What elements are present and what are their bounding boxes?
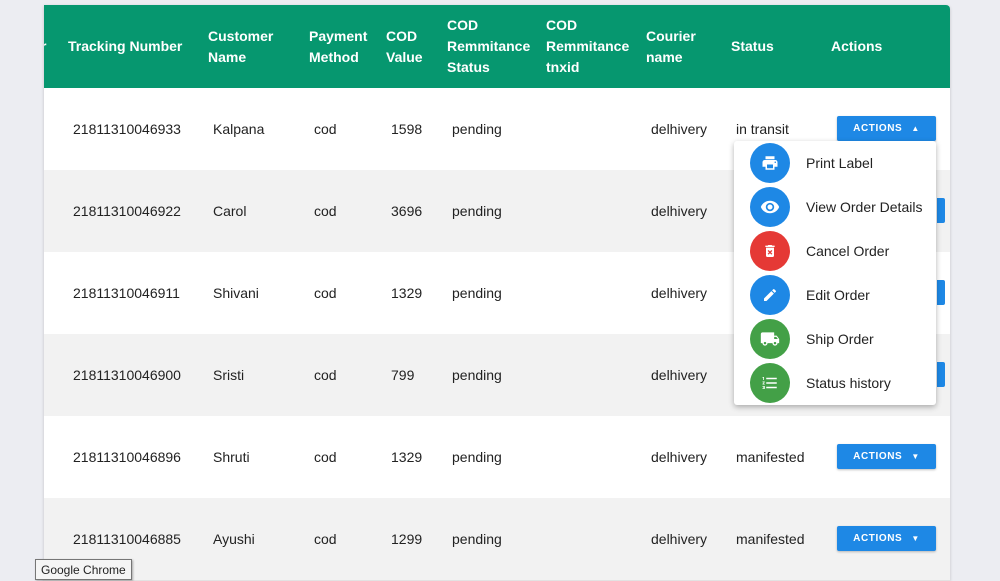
header-status: Status: [731, 38, 774, 54]
menu-item-label: View Order Details: [806, 199, 923, 215]
actions-button-partial[interactable]: [937, 362, 945, 387]
header-actions: Actions: [831, 38, 883, 54]
cell-payment-method: cod: [314, 285, 337, 301]
table-row: 21811310046885 Ayushi cod 1299 pending delhiv…: [44, 498, 950, 581]
actions-button-label: ACTIONS: [853, 451, 903, 462]
header-tracking-number: Tracking Number: [68, 38, 183, 54]
cell-cod-value: 1329: [391, 285, 423, 301]
cell-courier-name: delhivery: [651, 367, 708, 383]
menu-item-edit-order[interactable]: Edit Order: [734, 273, 936, 317]
cell-payment-method: cod: [314, 531, 337, 547]
actions-button-label: ACTIONS: [853, 123, 903, 134]
menu-item-cancel-order[interactable]: Cancel Order: [734, 229, 936, 273]
menu-item-status-history[interactable]: Status history: [734, 361, 936, 405]
actions-button-partial[interactable]: [937, 198, 945, 223]
cell-cod-value: 1598: [391, 121, 423, 137]
header-payment-method: Payment Method: [309, 27, 368, 65]
menu-item-ship-order[interactable]: Ship Order: [734, 317, 936, 361]
menu-item-view-order-details[interactable]: View Order Details: [734, 185, 936, 229]
menu-item-label: Print Label: [806, 155, 873, 171]
cell-cod-value: 1329: [391, 449, 423, 465]
header-cod-remittance-txnid: COD Remmitance tnxid: [546, 17, 630, 75]
cell-customer-name: Carol: [213, 203, 247, 219]
cell-cod-value: 1299: [391, 531, 423, 547]
actions-button-partial[interactable]: [937, 280, 945, 305]
printer-icon: [750, 143, 790, 183]
cell-tracking-number: 21811310046922: [73, 203, 181, 219]
cell-cod-value: 799: [391, 367, 415, 383]
cell-remittance-status: pending: [452, 121, 502, 137]
menu-item-label: Edit Order: [806, 287, 870, 303]
cell-tracking-number: 21811310046900: [73, 367, 181, 383]
cell-cod-value: 3696: [391, 203, 423, 219]
cell-tracking-number: 21811310046933: [73, 121, 181, 137]
table-header: r Tracking Number Customer Name Payment …: [44, 5, 950, 88]
menu-item-print-label[interactable]: Print Label: [734, 141, 936, 185]
cell-remittance-status: pending: [452, 285, 502, 301]
actions-button[interactable]: ACTIONS ▼: [837, 444, 936, 469]
pencil-icon: [750, 275, 790, 315]
cell-payment-method: cod: [314, 367, 337, 383]
cell-remittance-status: pending: [452, 449, 502, 465]
truck-icon: [750, 319, 790, 359]
header-cod-remittance-status: COD Remmitance Status: [447, 17, 531, 75]
actions-button[interactable]: ACTIONS ▼: [837, 526, 936, 551]
cell-payment-method: cod: [314, 203, 337, 219]
clipped-column-header: r: [44, 5, 46, 88]
actions-dropdown-menu: Print Label View Order Details Cancel Orde…: [734, 141, 936, 405]
header-courier-name: Courier name: [646, 27, 696, 65]
list-icon: [750, 363, 790, 403]
cell-courier-name: delhivery: [651, 531, 708, 547]
cell-courier-name: delhivery: [651, 121, 708, 137]
cell-tracking-number: 21811310046911: [73, 285, 180, 301]
cell-remittance-status: pending: [452, 367, 502, 383]
actions-button-label: ACTIONS: [853, 533, 903, 544]
caret-down-icon: ▼: [911, 534, 920, 543]
menu-item-label: Ship Order: [806, 331, 874, 347]
cell-customer-name: Shivani: [213, 285, 259, 301]
cell-courier-name: delhivery: [651, 203, 708, 219]
cell-courier-name: delhivery: [651, 285, 708, 301]
cell-remittance-status: pending: [452, 531, 502, 547]
caret-down-icon: ▼: [911, 452, 920, 461]
cell-customer-name: Sristi: [213, 367, 245, 383]
actions-button[interactable]: ACTIONS ▲: [837, 116, 936, 141]
cell-status: manifested: [736, 531, 805, 547]
cell-courier-name: delhivery: [651, 449, 708, 465]
chrome-tooltip: Google Chrome: [35, 559, 132, 580]
cell-customer-name: Shruti: [213, 449, 250, 465]
cell-tracking-number: 21811310046896: [73, 449, 181, 465]
trash-icon: [750, 231, 790, 271]
eye-icon: [750, 187, 790, 227]
header-cod-value: COD Value: [386, 27, 423, 65]
cell-customer-name: Ayushi: [213, 531, 255, 547]
cell-remittance-status: pending: [452, 203, 502, 219]
cell-status: manifested: [736, 449, 805, 465]
table-row: 21811310046896 Shruti cod 1329 pending delhiv…: [44, 416, 950, 499]
menu-item-label: Cancel Order: [806, 243, 890, 259]
cell-payment-method: cod: [314, 449, 337, 465]
caret-up-icon: ▲: [911, 124, 920, 133]
header-customer-name: Customer Name: [208, 27, 274, 65]
cell-payment-method: cod: [314, 121, 337, 137]
menu-item-label: Status history: [806, 375, 891, 391]
cell-customer-name: Kalpana: [213, 121, 265, 137]
